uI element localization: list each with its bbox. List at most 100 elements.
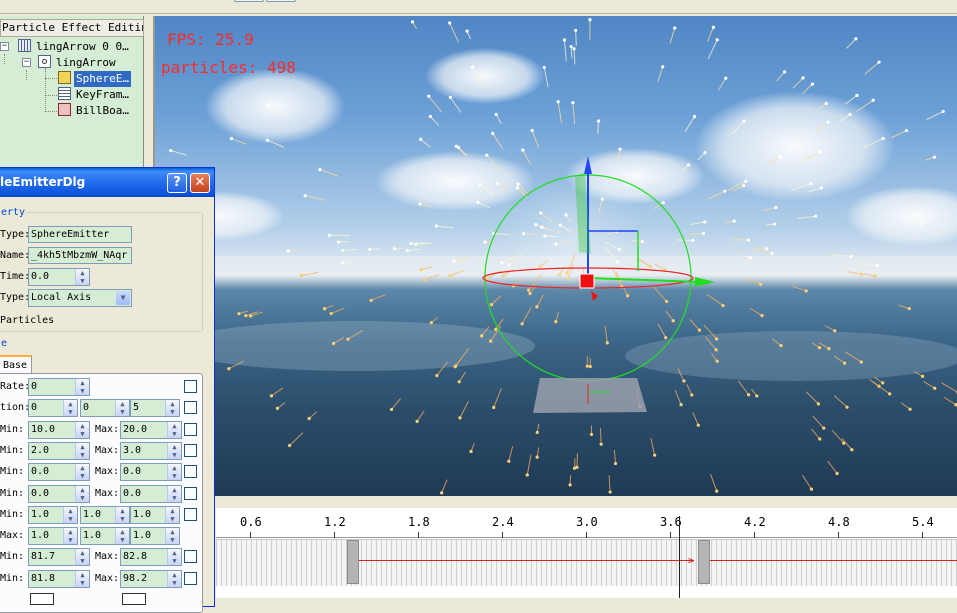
timeline-track[interactable]: [216, 539, 957, 586]
param-checkbox[interactable]: [184, 465, 197, 478]
spinner-arrows-icon[interactable]: ▲▼: [167, 486, 181, 502]
param-max-label: Max:: [95, 573, 119, 584]
spinner-arrows-icon[interactable]: ▲▼: [75, 486, 89, 502]
param-x-spinner[interactable]: 0▲▼: [28, 399, 78, 417]
tree-node-keyframe[interactable]: KeyFram…: [58, 87, 131, 103]
spinner-arrows-icon[interactable]: ▲▼: [75, 422, 89, 438]
effect-tree-panel: Particle Effect Editing − lingArrow 0 0……: [0, 16, 144, 176]
spinner-arrows-icon[interactable]: ▲▼: [165, 528, 179, 544]
tick-label: 1.8: [408, 515, 430, 529]
spinner-arrows-icon[interactable]: ▲▼: [167, 549, 181, 565]
toolbar-button[interactable]: [266, 0, 296, 2]
billboard-icon: [58, 103, 71, 116]
tree-node-lingarrow[interactable]: lingArrow: [38, 55, 118, 71]
param-z-spinner[interactable]: 5▲▼: [130, 399, 180, 417]
param-checkbox[interactable]: [184, 508, 197, 521]
3d-viewport[interactable]: FPS: 25.9 particles: 498: [153, 16, 957, 496]
timeline-panel[interactable]: 0.61.21.82.43.03.64.24.85.4 >: [216, 508, 957, 598]
collapse-icon[interactable]: −: [0, 42, 9, 51]
key-interpolation-line: [354, 560, 694, 561]
param-x-spinner[interactable]: 1.0▲▼: [28, 506, 78, 524]
param-max-label: Max:: [95, 445, 119, 456]
toolbar-button[interactable]: [234, 0, 264, 2]
spinner-arrows-icon[interactable]: ▲▼: [75, 549, 89, 565]
param-z-spinner[interactable]: 1.0▲▼: [130, 506, 180, 524]
spinner-arrows-icon[interactable]: ▲▼: [63, 507, 77, 523]
param-y-spinner[interactable]: 1.0▲▼: [80, 527, 130, 545]
spinner-arrows-icon[interactable]: ▲▼: [75, 443, 89, 459]
tree-node-billboard[interactable]: BillBoa…: [58, 103, 131, 119]
param-z-spinner[interactable]: 1.0▲▼: [130, 527, 180, 545]
spinner-arrows-icon[interactable]: ▲▼: [165, 507, 179, 523]
spinner-arrows-icon[interactable]: ▲▼: [115, 528, 129, 544]
tree-node-root[interactable]: lingArrow 0 0…: [18, 39, 131, 55]
param-y-spinner[interactable]: 1.0▲▼: [80, 506, 130, 524]
keyframe-marker[interactable]: [698, 540, 710, 584]
param-checkbox[interactable]: [184, 572, 197, 585]
spinner-arrows-icon[interactable]: ▲▼: [75, 269, 89, 285]
name-field[interactable]: _4kh5tMbzmW_NAqr: [28, 247, 132, 264]
time-spinner[interactable]: 0.0▲▼: [28, 268, 90, 286]
param-max-spinner[interactable]: 82.8▲▼: [120, 548, 182, 566]
tick-mark: [754, 532, 755, 538]
param-min-spinner[interactable]: 0.0▲▼: [28, 463, 90, 481]
param-max-label: Max:: [95, 551, 119, 562]
dialog-title-bar[interactable]: leEmitterDlg ? ✕: [0, 168, 214, 197]
tree-node-sphere-emitter[interactable]: SphereE…: [58, 71, 131, 87]
param-checkbox[interactable]: [184, 444, 197, 457]
collapse-icon[interactable]: −: [22, 58, 31, 67]
tick-mark: [922, 532, 923, 538]
spinner-arrows-icon[interactable]: ▲▼: [115, 507, 129, 523]
grid-icon: [18, 39, 31, 52]
space-type-label: Type:: [0, 292, 30, 303]
spinner-arrows-icon[interactable]: ▲▼: [115, 400, 129, 416]
param-min-spinner[interactable]: 81.8▲▼: [28, 570, 90, 588]
param-min-spinner[interactable]: 0.0▲▼: [28, 485, 90, 503]
param-x-spinner[interactable]: 1.0▲▼: [28, 527, 78, 545]
spinner-arrows-icon[interactable]: ▲▼: [75, 464, 89, 480]
gear-node-icon: [38, 55, 51, 68]
param-checkbox[interactable]: [184, 401, 197, 414]
spinner-arrows-icon[interactable]: ▲▼: [75, 379, 89, 395]
keyframe-marker[interactable]: [347, 540, 359, 584]
param-max-spinner[interactable]: 98.2▲▼: [120, 570, 182, 588]
scene-render: [155, 16, 957, 496]
tick-label: 1.2: [324, 515, 346, 529]
param-checkbox[interactable]: [184, 550, 197, 563]
space-type-select[interactable]: Local Axis▼: [28, 289, 132, 307]
key-interpolation-line: [708, 560, 957, 561]
param-min-spinner[interactable]: 10.0▲▼: [28, 421, 90, 439]
param-min-spinner[interactable]: 81.7▲▼: [28, 548, 90, 566]
param-value-spinner[interactable]: 0▲▼: [28, 378, 90, 396]
param-checkbox[interactable]: [184, 380, 197, 393]
param-min-spinner[interactable]: 2.0▲▼: [28, 442, 90, 460]
spinner-arrows-icon[interactable]: ▲▼: [63, 528, 77, 544]
help-button[interactable]: ?: [167, 173, 187, 193]
param-y-spinner[interactable]: 0▲▼: [80, 399, 130, 417]
param-max-spinner[interactable]: 0.0▲▼: [120, 463, 182, 481]
tree-header: Particle Effect Editing: [0, 19, 144, 37]
timeline-cursor[interactable]: [679, 516, 680, 598]
partial-button[interactable]: [122, 593, 146, 605]
chevron-down-icon[interactable]: ▼: [116, 291, 130, 305]
param-max-spinner[interactable]: 20.0▲▼: [120, 421, 182, 439]
spinner-arrows-icon[interactable]: ▲▼: [167, 443, 181, 459]
spinner-arrows-icon[interactable]: ▲▼: [167, 571, 181, 587]
spinner-arrows-icon[interactable]: ▲▼: [167, 422, 181, 438]
emitter-dialog: leEmitterDlg ? ✕ erty Type: SphereEmitte…: [0, 167, 215, 607]
param-max-spinner[interactable]: 0.0▲▼: [120, 485, 182, 503]
particles-label: Particles: [0, 315, 54, 326]
spinner-arrows-icon[interactable]: ▲▼: [75, 571, 89, 587]
spinner-arrows-icon[interactable]: ▲▼: [167, 464, 181, 480]
tab-base[interactable]: Base: [0, 355, 32, 373]
param-checkbox[interactable]: [184, 487, 197, 500]
spinner-arrows-icon[interactable]: ▲▼: [63, 400, 77, 416]
type-field[interactable]: SphereEmitter: [28, 226, 132, 243]
param-checkbox[interactable]: [184, 423, 197, 436]
tick-label: 4.8: [828, 515, 850, 529]
param-max-spinner[interactable]: 3.0▲▼: [120, 442, 182, 460]
param-label: Min:: [0, 551, 24, 562]
spinner-arrows-icon[interactable]: ▲▼: [165, 400, 179, 416]
partial-button[interactable]: [30, 593, 54, 605]
close-button[interactable]: ✕: [190, 173, 210, 193]
